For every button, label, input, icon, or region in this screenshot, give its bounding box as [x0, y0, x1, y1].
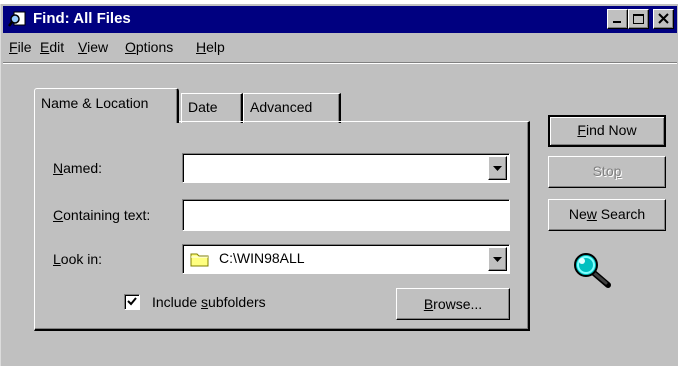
containing-text-input[interactable]	[182, 199, 510, 231]
stop-button: Stop	[548, 156, 666, 188]
named-dropdown-button[interactable]	[488, 156, 507, 180]
chevron-down-icon	[493, 166, 502, 171]
look-in-label: Look in:	[53, 251, 103, 267]
containing-text-label: Containing text:	[53, 207, 151, 223]
maximize-button[interactable]	[628, 9, 649, 29]
find-icon	[8, 11, 26, 27]
window-title: Find: All Files	[33, 10, 131, 27]
named-combobox[interactable]	[182, 153, 510, 183]
look-in-value: C:\WIN98ALL	[219, 250, 305, 266]
include-subfolders-label[interactable]: Include subfolders	[152, 294, 266, 310]
find-window: Find: All Files File Edit View Options H…	[0, 4, 678, 366]
tab-name-location[interactable]: Name & Location	[34, 88, 179, 123]
close-icon	[658, 13, 669, 24]
named-label: Named:	[53, 160, 103, 176]
new-search-button[interactable]: New Search	[548, 199, 666, 231]
menu-view[interactable]: View	[78, 39, 108, 55]
magnifier-icon	[574, 253, 611, 288]
checkmark-icon	[127, 297, 137, 306]
tab-date[interactable]: Date	[181, 93, 243, 123]
menu-divider	[3, 62, 677, 64]
browse-button[interactable]: Browse...	[396, 288, 510, 320]
menu-bar: File Edit View Options Help	[3, 35, 677, 61]
menu-edit[interactable]: Edit	[40, 39, 64, 55]
menu-file[interactable]: File	[9, 39, 32, 55]
maximize-icon	[633, 14, 644, 24]
menu-options[interactable]: Options	[125, 39, 173, 55]
minimize-button[interactable]	[607, 9, 628, 29]
close-button[interactable]	[653, 9, 674, 29]
tab-advanced[interactable]: Advanced	[243, 93, 341, 123]
chevron-down-icon	[493, 257, 502, 262]
look-in-dropdown-button[interactable]	[488, 247, 507, 271]
minimize-icon	[613, 21, 621, 23]
look-in-combobox[interactable]: C:\WIN98ALL	[182, 244, 510, 274]
menu-help[interactable]: Help	[196, 39, 225, 55]
include-subfolders-checkbox[interactable]	[124, 294, 140, 310]
title-bar[interactable]: Find: All Files	[3, 6, 677, 33]
folder-icon	[190, 253, 209, 267]
tab-panel: Named: Containing text: Look in: C:\WIN9…	[34, 121, 530, 331]
find-now-button[interactable]: Find Now	[548, 115, 666, 147]
